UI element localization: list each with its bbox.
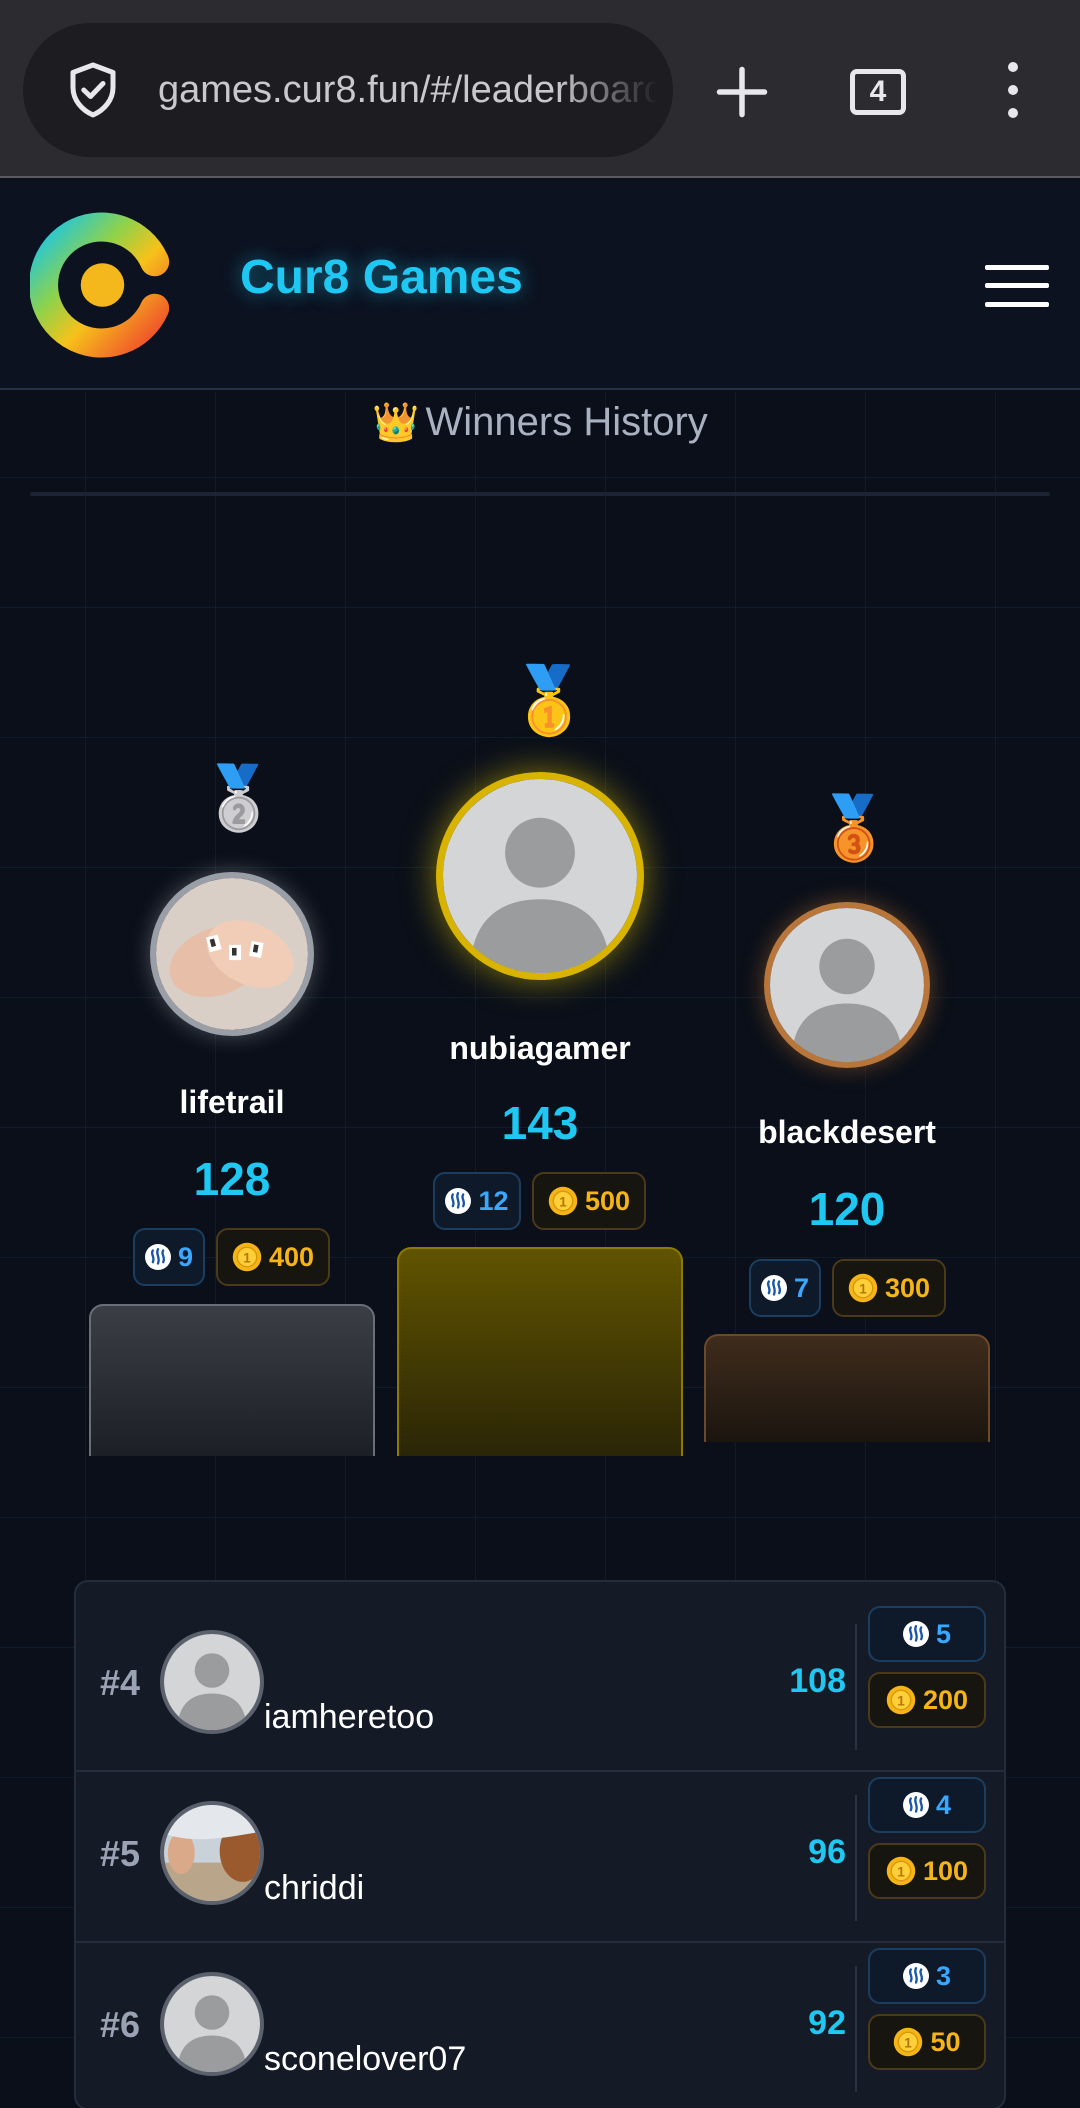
coin-reward-badge: 1 400: [216, 1228, 330, 1286]
steem-icon: [760, 1275, 787, 1301]
avatar[interactable]: [160, 1630, 264, 1734]
svg-text:1: 1: [897, 1864, 905, 1879]
steem-reward-badge: 7: [749, 1259, 821, 1317]
leaderboard-page: 👑 Winners History 🥈 lifetrail 128 9 1 40…: [0, 392, 1080, 2108]
podium-name[interactable]: lifetrail: [90, 1084, 374, 1121]
section-title: 👑 Winners History: [372, 400, 708, 444]
brand-title[interactable]: Cur8 Games: [240, 250, 523, 305]
coin-icon: 1: [886, 1685, 916, 1715]
plus-icon[interactable]: [712, 62, 772, 122]
steem-icon: [902, 1963, 929, 1989]
avatar-photo: [164, 1805, 260, 1901]
podium-score: 120: [808, 1183, 886, 1235]
default-avatar-icon: [443, 779, 637, 973]
svg-text:1: 1: [859, 1281, 867, 1296]
avatar[interactable]: [764, 902, 930, 1068]
steem-reward-badge: 12: [433, 1172, 521, 1230]
url-text[interactable]: games.cur8.fun/#/leaderboard: [158, 65, 658, 115]
rank-label: #6: [100, 2004, 141, 2045]
divider: [30, 492, 1050, 496]
svg-text:1: 1: [897, 1693, 905, 1708]
list-item[interactable]: #4 iamheretoo 108 5 1 200: [76, 1602, 1004, 1772]
coin-reward-badge: 1 200: [868, 1672, 986, 1728]
tab-switcher-button[interactable]: 4: [850, 69, 906, 115]
bronze-medal-icon: 🥉: [815, 794, 893, 863]
browser-toolbar: games.cur8.fun/#/leaderboard 4: [0, 0, 1080, 178]
podium-pedestal-first: [397, 1247, 683, 1456]
crown-icon: 👑: [372, 402, 420, 444]
gold-medal-icon: 🥇: [508, 663, 591, 737]
hamburger-menu-icon[interactable]: [985, 265, 1049, 307]
divider: [855, 1795, 857, 1921]
steem-icon: [902, 1792, 929, 1818]
score: 108: [789, 1662, 846, 1700]
divider: [855, 1966, 857, 2092]
steem-icon: [902, 1621, 929, 1647]
more-menu-icon[interactable]: [995, 62, 1031, 118]
coin-reward-badge: 1 50: [868, 2014, 986, 2070]
list-item[interactable]: #5 chriddi 96 4 1 100: [76, 1773, 1004, 1943]
list-item[interactable]: #6 sconelover07 92 3 1 50: [76, 1944, 1004, 2108]
avatar[interactable]: [160, 1972, 264, 2076]
steem-icon: [144, 1244, 171, 1270]
steem-reward-badge: 5: [868, 1606, 986, 1662]
app-header: Cur8 Games: [0, 180, 1080, 390]
username[interactable]: chriddi: [264, 1869, 364, 1908]
divider: [855, 1624, 857, 1750]
svg-text:1: 1: [243, 1250, 251, 1265]
default-avatar-icon: [164, 1634, 260, 1730]
podium-score: 128: [193, 1153, 271, 1205]
cur8-logo[interactable]: [30, 210, 175, 360]
default-avatar-icon: [770, 908, 924, 1062]
rank-label: #4: [100, 1662, 141, 1703]
coin-icon: 1: [232, 1242, 262, 1272]
steem-reward-badge: 9: [133, 1228, 205, 1286]
rank-label: #5: [100, 1833, 141, 1874]
leaderboard-list: #4 iamheretoo 108 5 1 200 #5 chriddi 96 …: [74, 1580, 1006, 2108]
coin-icon: 1: [894, 2027, 923, 2057]
avatar[interactable]: [436, 772, 644, 980]
podium-pedestal-third: [704, 1334, 990, 1442]
default-avatar-icon: [164, 1976, 260, 2072]
score: 96: [808, 1833, 846, 1871]
avatar-photo: [156, 878, 308, 1030]
shield-check-icon[interactable]: [63, 60, 123, 120]
podium-score: 143: [501, 1097, 579, 1149]
username[interactable]: iamheretoo: [264, 1698, 434, 1737]
podium-name[interactable]: blackdesert: [700, 1114, 994, 1151]
podium-name[interactable]: nubiagamer: [390, 1030, 690, 1067]
steem-reward-badge: 3: [868, 1948, 986, 2004]
address-bar[interactable]: games.cur8.fun/#/leaderboard: [23, 23, 673, 157]
steem-reward-badge: 4: [868, 1777, 986, 1833]
svg-text:1: 1: [559, 1194, 567, 1209]
coin-icon: 1: [848, 1273, 878, 1303]
coin-reward-badge: 1 100: [868, 1843, 986, 1899]
avatar[interactable]: [150, 872, 314, 1036]
svg-text:1: 1: [905, 2035, 913, 2050]
coin-icon: 1: [886, 1856, 916, 1886]
avatar[interactable]: [160, 1801, 264, 1905]
username[interactable]: sconelover07: [264, 2040, 466, 2079]
steem-icon: [445, 1188, 472, 1214]
coin-icon: 1: [548, 1186, 578, 1216]
podium-pedestal-second: [89, 1304, 375, 1456]
silver-medal-icon: 🥈: [200, 764, 278, 833]
score: 92: [808, 2004, 846, 2042]
coin-reward-badge: 1 300: [832, 1259, 946, 1317]
coin-reward-badge: 1 500: [532, 1172, 646, 1230]
